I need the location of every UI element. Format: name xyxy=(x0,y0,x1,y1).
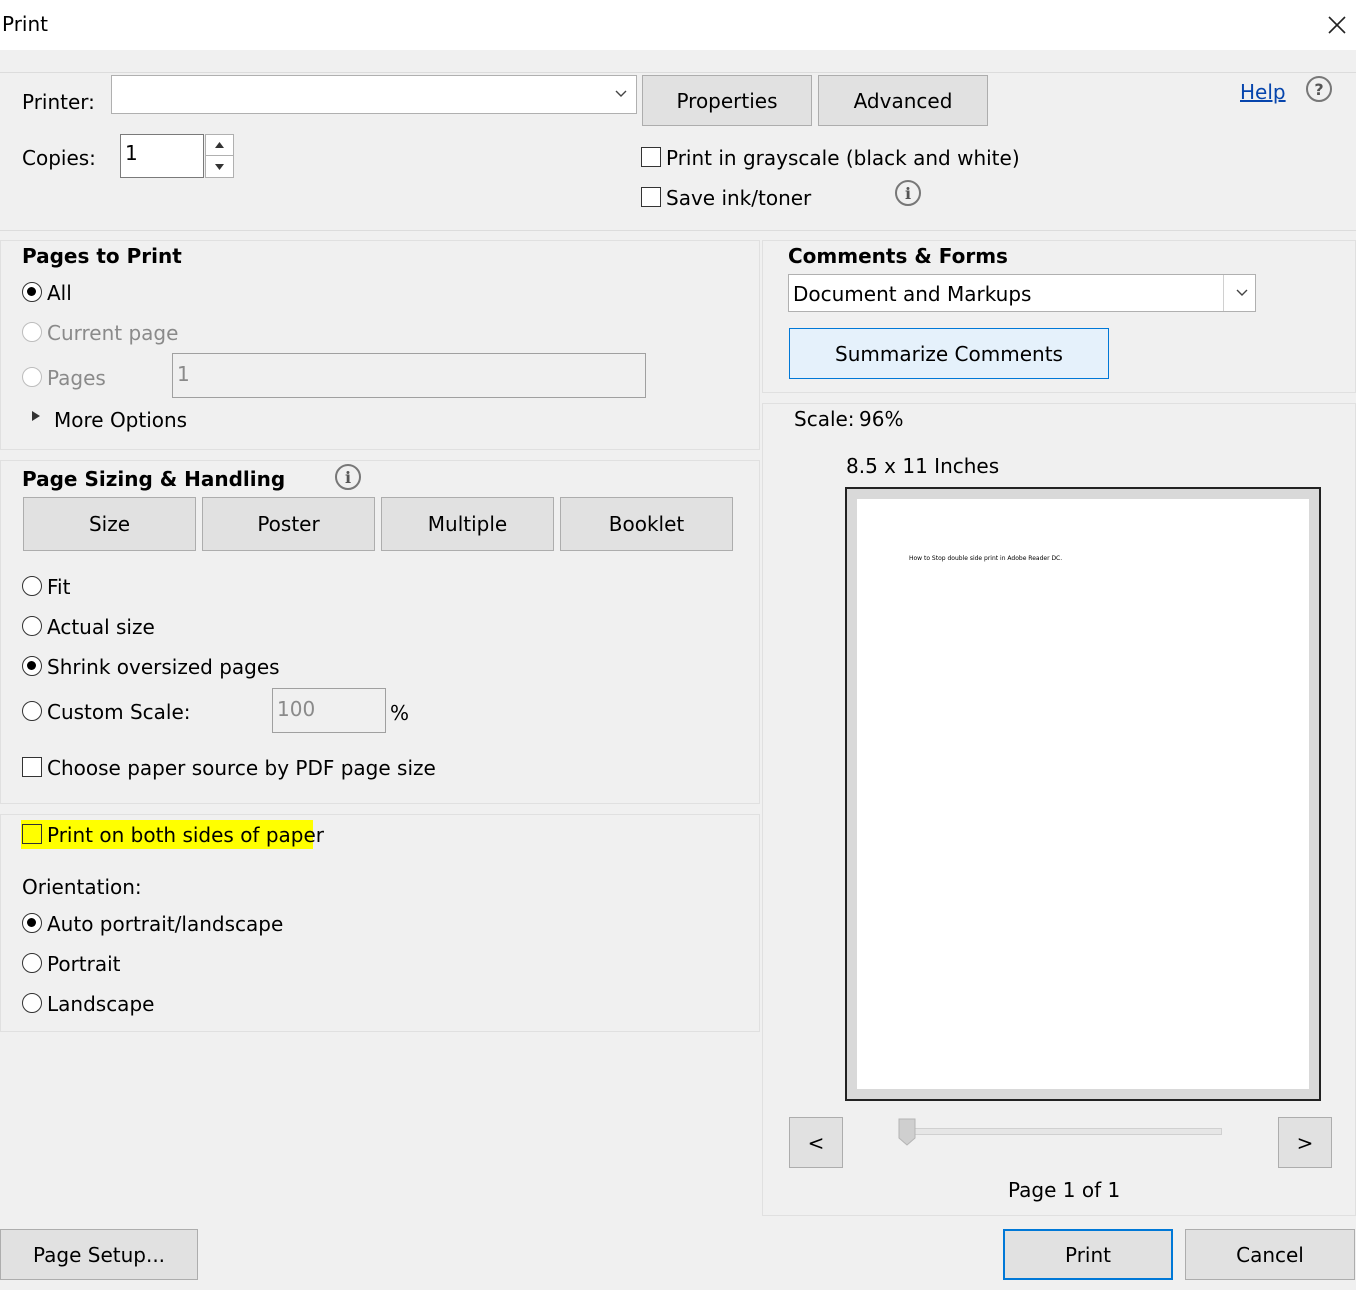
grayscale-checkbox[interactable] xyxy=(641,147,661,167)
custom-scale-label: Custom Scale: xyxy=(47,700,191,724)
chevron-down-icon xyxy=(1236,289,1248,296)
close-icon[interactable] xyxy=(1322,10,1352,40)
paper-size-label: 8.5 x 11 Inches xyxy=(846,454,1000,478)
copies-label: Copies: xyxy=(22,146,96,170)
help-link[interactable]: Help xyxy=(1240,80,1286,104)
help-icon[interactable]: ? xyxy=(1306,76,1332,102)
next-page-button[interactable]: > xyxy=(1278,1117,1332,1168)
chevron-down-icon xyxy=(615,90,627,97)
shrink-label: Shrink oversized pages xyxy=(47,655,280,679)
paper-source-checkbox[interactable] xyxy=(22,757,42,777)
actual-size-radio[interactable] xyxy=(22,616,42,636)
copies-input[interactable]: 1 xyxy=(120,134,204,178)
tab-poster[interactable]: Poster xyxy=(202,497,375,551)
pages-all-radio[interactable] xyxy=(22,282,42,302)
properties-button[interactable]: Properties xyxy=(642,75,812,126)
pages-to-print-heading: Pages to Print xyxy=(22,244,182,268)
fit-radio[interactable] xyxy=(22,576,42,596)
page-indicator: Page 1 of 1 xyxy=(1008,1178,1121,1202)
more-options-link[interactable]: More Options xyxy=(54,408,187,432)
tab-multiple[interactable]: Multiple xyxy=(381,497,554,551)
save-ink-label: Save ink/toner xyxy=(666,186,812,210)
pages-range-label: Pages xyxy=(47,366,106,390)
page-sizing-heading: Page Sizing & Handling xyxy=(22,467,286,491)
comments-forms-select[interactable]: Document and Markups xyxy=(788,274,1256,312)
duplex-checkbox[interactable] xyxy=(22,824,42,844)
info-icon[interactable]: i xyxy=(895,180,921,206)
page-slider-thumb[interactable] xyxy=(898,1118,916,1146)
save-ink-checkbox[interactable] xyxy=(641,187,661,207)
pages-all-label: All xyxy=(47,281,72,305)
advanced-button[interactable]: Advanced xyxy=(818,75,988,126)
orientation-label: Orientation: xyxy=(22,875,142,899)
copies-increment[interactable] xyxy=(206,135,233,156)
landscape-radio[interactable] xyxy=(22,993,42,1013)
portrait-radio[interactable] xyxy=(22,953,42,973)
percent-sign: % xyxy=(390,701,410,725)
grayscale-label: Print in grayscale (black and white) xyxy=(666,146,1020,170)
auto-orientation-label: Auto portrait/landscape xyxy=(47,912,284,936)
print-button[interactable]: Print xyxy=(1003,1229,1173,1280)
caret-up-icon xyxy=(215,142,224,148)
printer-label: Printer: xyxy=(22,90,95,114)
cancel-button[interactable]: Cancel xyxy=(1185,1229,1355,1280)
caret-down-icon xyxy=(215,164,224,170)
current-page-radio[interactable] xyxy=(22,322,42,342)
top-divider xyxy=(0,72,1356,73)
tab-size[interactable]: Size xyxy=(23,497,196,551)
portrait-label: Portrait xyxy=(47,952,121,976)
page-slider-track[interactable] xyxy=(900,1128,1222,1135)
expand-triangle-icon[interactable] xyxy=(31,410,41,422)
paper-source-label: Choose paper source by PDF page size xyxy=(47,756,436,780)
summarize-comments-button[interactable]: Summarize Comments xyxy=(789,328,1109,379)
comments-forms-heading: Comments & Forms xyxy=(788,244,1008,268)
page-preview: How to Stop double side print in Adobe R… xyxy=(857,499,1309,1089)
section-divider xyxy=(0,230,1356,231)
tab-booklet[interactable]: Booklet xyxy=(560,497,733,551)
printer-select[interactable] xyxy=(111,75,637,114)
copies-stepper[interactable] xyxy=(205,134,234,178)
title-bar xyxy=(0,0,1356,50)
page-preview-frame: How to Stop double side print in Adobe R… xyxy=(845,487,1321,1101)
copies-decrement[interactable] xyxy=(206,156,233,177)
landscape-label: Landscape xyxy=(47,992,155,1016)
fit-label: Fit xyxy=(47,575,71,599)
select-divider xyxy=(1223,275,1224,311)
dialog-title: Print xyxy=(2,12,49,36)
scale-label: Scale: xyxy=(794,407,855,431)
custom-scale-radio[interactable] xyxy=(22,701,42,721)
actual-size-label: Actual size xyxy=(47,615,155,639)
duplex-label: Print on both sides of paper xyxy=(47,823,325,847)
shrink-radio[interactable] xyxy=(22,656,42,676)
info-icon[interactable]: i xyxy=(335,464,361,490)
pages-range-input[interactable]: 1 xyxy=(172,353,646,398)
page-setup-button[interactable]: Page Setup... xyxy=(0,1229,198,1280)
comments-forms-select-value: Document and Markups xyxy=(793,282,1032,306)
pages-range-radio[interactable] xyxy=(22,367,42,387)
page-preview-text: How to Stop double side print in Adobe R… xyxy=(909,555,1063,562)
auto-orientation-radio[interactable] xyxy=(22,913,42,933)
custom-scale-input[interactable]: 100 xyxy=(272,688,386,733)
scale-value: 96% xyxy=(859,407,904,431)
prev-page-button[interactable]: < xyxy=(789,1117,843,1168)
current-page-label: Current page xyxy=(47,321,179,345)
